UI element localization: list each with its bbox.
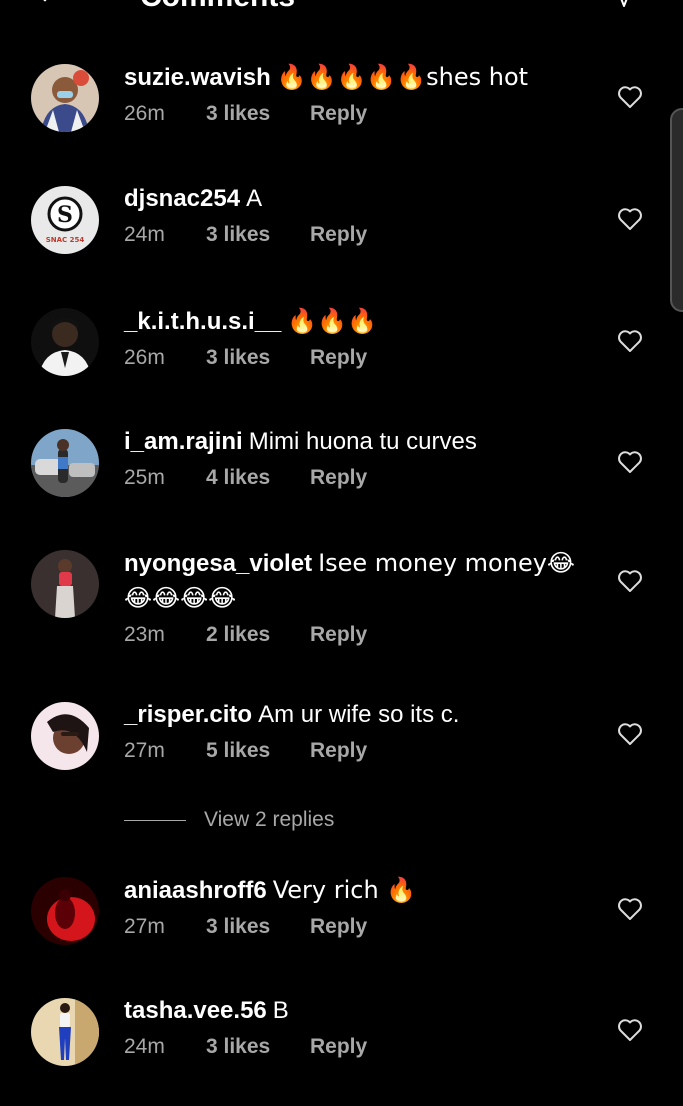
heart-outline-icon — [618, 570, 642, 592]
comment-time: 27m — [124, 739, 165, 762]
comment-username[interactable]: _k.i.t.h.u.s.i__ — [124, 308, 281, 335]
comment-likes[interactable]: 3 likes — [206, 1034, 310, 1060]
reply-button[interactable]: Reply — [310, 345, 367, 371]
comment-likes[interactable]: 5 likes — [206, 738, 310, 764]
comment-text: Am ur wife so its c. — [258, 701, 460, 728]
like-button[interactable] — [617, 207, 643, 231]
comment-text: Very rich 🔥 — [272, 876, 417, 904]
avatar[interactable] — [31, 998, 99, 1066]
like-button[interactable] — [617, 85, 643, 109]
view-replies-button[interactable]: View 2 replies — [124, 808, 334, 832]
heart-outline-icon — [618, 723, 642, 745]
send-icon[interactable] — [612, 0, 636, 8]
heart-outline-icon — [618, 86, 642, 108]
comment-likes[interactable]: 3 likes — [206, 222, 310, 248]
like-button[interactable] — [617, 897, 643, 921]
heart-outline-icon — [618, 1019, 642, 1041]
comment-text: B — [272, 997, 289, 1024]
comment-time: 26m — [124, 346, 165, 369]
comment-text: Mimi huona tu curves — [248, 428, 477, 455]
comment-time: 25m — [124, 466, 165, 489]
like-button[interactable] — [617, 450, 643, 474]
page-title: Comments — [140, 0, 295, 12]
reply-button[interactable]: Reply — [310, 622, 367, 648]
avatar[interactable] — [31, 64, 99, 132]
divider — [124, 819, 186, 821]
comment-time: 24m — [124, 223, 165, 246]
header: Comments — [0, 0, 683, 12]
comment-username[interactable]: _risper.cito — [124, 701, 252, 728]
comment-username[interactable]: nyongesa_violet — [124, 550, 312, 577]
heart-outline-icon — [618, 330, 642, 352]
comment-username[interactable]: djsnac254 — [124, 185, 240, 212]
reply-button[interactable]: Reply — [310, 465, 367, 491]
reply-button[interactable]: Reply — [310, 738, 367, 764]
comment-likes[interactable]: 3 likes — [206, 914, 310, 940]
comment-likes[interactable]: 3 likes — [206, 101, 310, 127]
avatar[interactable] — [31, 429, 99, 497]
heart-outline-icon — [618, 208, 642, 230]
comment-username[interactable]: i_am.rajini — [124, 428, 243, 455]
comment-likes[interactable]: 4 likes — [206, 465, 310, 491]
comment-time: 27m — [124, 915, 165, 938]
scrollbar-handle[interactable] — [670, 108, 683, 312]
comment-username[interactable]: tasha.vee.56 — [124, 997, 267, 1024]
comment-likes[interactable]: 3 likes — [206, 345, 310, 371]
reply-button[interactable]: Reply — [310, 1034, 367, 1060]
comment-username[interactable]: aniaashroff6 — [124, 877, 267, 904]
comment-text: 🔥🔥🔥🔥🔥shes hot — [276, 63, 529, 91]
reply-button[interactable]: Reply — [310, 222, 367, 248]
comments-screen: Comments suzie.wavish🔥🔥🔥🔥🔥shes hot 26m 3… — [0, 0, 683, 1106]
svg-text:S: S — [57, 202, 73, 228]
comment-text: 🔥🔥🔥 — [287, 307, 378, 335]
comment-time: 23m — [124, 623, 165, 646]
avatar-logo-text: SNAC 254 — [46, 236, 85, 244]
heart-outline-icon — [618, 898, 642, 920]
like-button[interactable] — [617, 1018, 643, 1042]
comment-text: A — [246, 185, 263, 212]
avatar[interactable] — [31, 877, 99, 945]
reply-button[interactable]: Reply — [310, 101, 367, 127]
comment-time: 26m — [124, 102, 165, 125]
reply-button[interactable]: Reply — [310, 914, 367, 940]
comment-likes[interactable]: 2 likes — [206, 622, 310, 648]
like-button[interactable] — [617, 329, 643, 353]
comment-time: 24m — [124, 1035, 165, 1058]
avatar[interactable]: S SNAC 254 — [31, 186, 99, 254]
like-button[interactable] — [617, 722, 643, 746]
back-arrow-icon[interactable] — [30, 0, 54, 4]
avatar[interactable] — [31, 308, 99, 376]
comment-username[interactable]: suzie.wavish — [124, 64, 271, 91]
avatar[interactable] — [31, 702, 99, 770]
like-button[interactable] — [617, 569, 643, 593]
view-replies-label: View 2 replies — [204, 808, 335, 831]
avatar[interactable] — [31, 550, 99, 618]
heart-outline-icon — [618, 451, 642, 473]
